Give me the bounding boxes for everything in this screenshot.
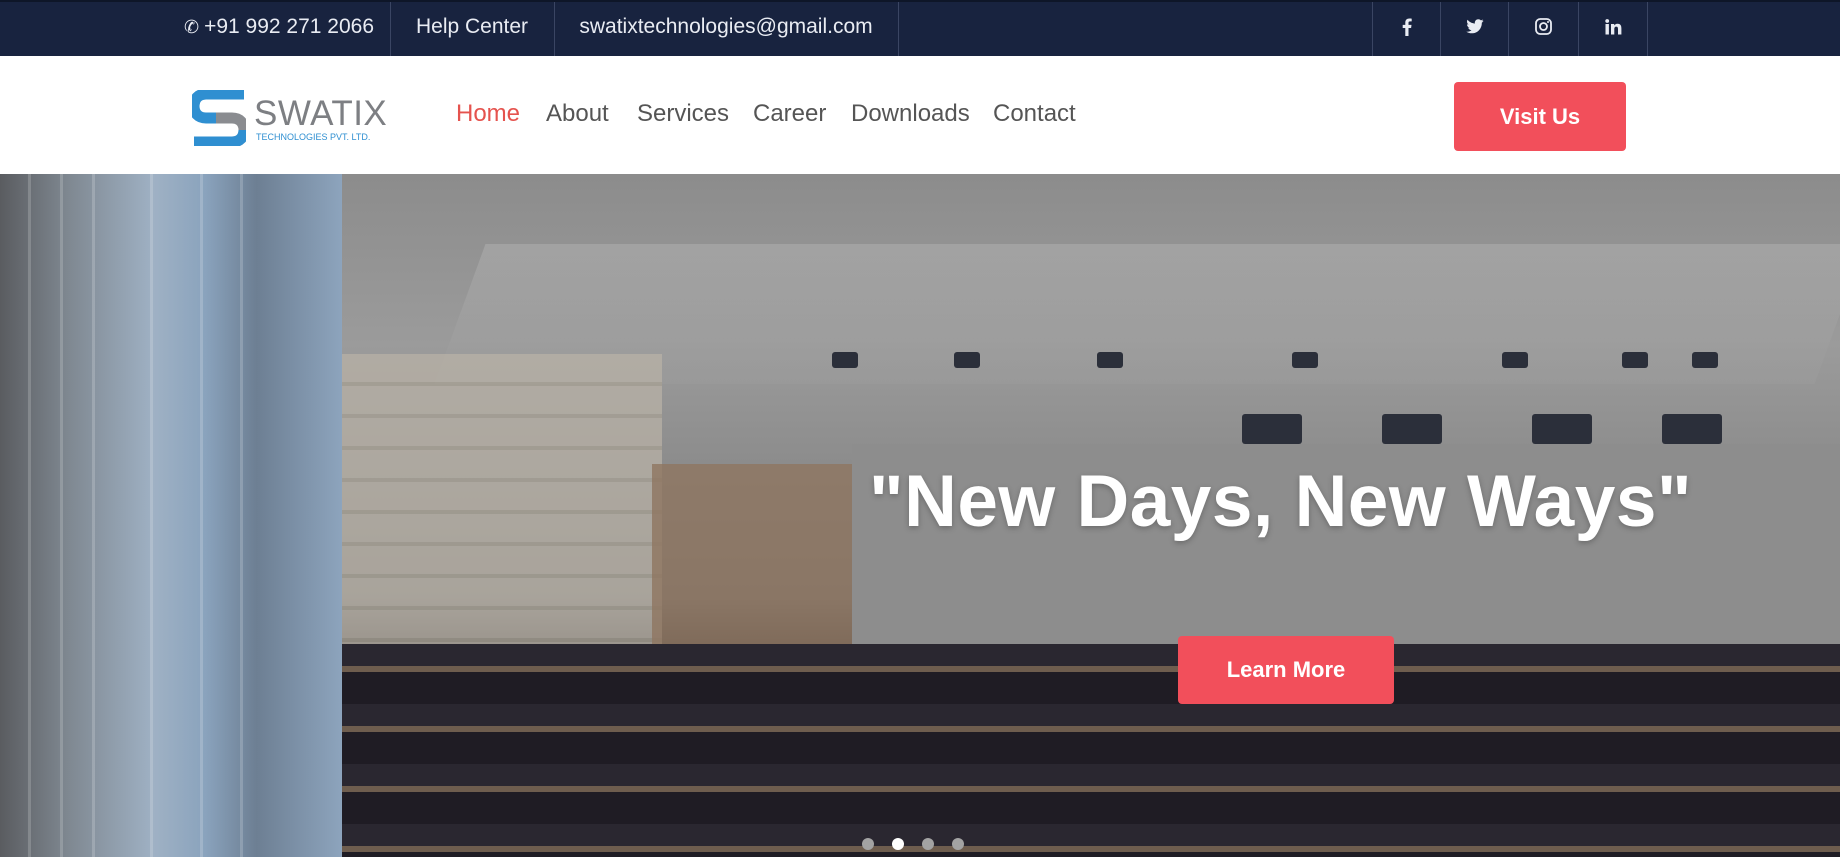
learn-more-button[interactable]: Learn More (1178, 636, 1394, 704)
top-bar: ✆ +91 992 271 2066 Help Center swatixtech… (0, 0, 1840, 56)
slider-dot-3[interactable] (922, 838, 934, 850)
logo[interactable]: SWATIX TECHNOLOGIES PVT. LTD. (192, 90, 387, 146)
linkedin-icon (1604, 16, 1622, 37)
visit-us-button[interactable]: Visit Us (1454, 82, 1626, 151)
help-center-link[interactable]: Help Center (390, 2, 555, 56)
hero-side-image (0, 174, 342, 857)
instagram-icon (1534, 16, 1552, 37)
logo-wordmark: SWATIX (254, 94, 388, 133)
slider-dot-1[interactable] (862, 838, 874, 850)
email-link[interactable]: swatixtechnologies@gmail.com (554, 2, 899, 56)
logo-subtitle: TECHNOLOGIES PVT. LTD. (256, 132, 371, 142)
twitter-link[interactable] (1440, 2, 1509, 56)
logo-s-icon (192, 90, 246, 146)
twitter-icon (1466, 16, 1484, 37)
nav-downloads[interactable]: Downloads (851, 100, 970, 128)
hero-title: "New Days, New Ways" (869, 461, 1693, 542)
facebook-link[interactable] (1372, 2, 1441, 56)
facebook-icon (1402, 16, 1412, 37)
nav-contact[interactable]: Contact (993, 100, 1076, 128)
phone-icon: ✆ (184, 17, 200, 37)
phone-number: +91 992 271 2066 (204, 15, 375, 38)
nav-home[interactable]: Home (456, 100, 520, 128)
phone-contact[interactable]: ✆ +91 992 271 2066 (184, 2, 391, 56)
nav-career[interactable]: Career (753, 100, 826, 128)
nav-services[interactable]: Services (637, 100, 729, 128)
site-header: SWATIX TECHNOLOGIES PVT. LTD. Home About… (0, 56, 1840, 174)
nav-about[interactable]: About (546, 100, 609, 128)
linkedin-link[interactable] (1578, 2, 1648, 56)
instagram-link[interactable] (1508, 2, 1577, 56)
slider-dot-4[interactable] (952, 838, 964, 850)
slider-dot-2[interactable] (892, 838, 904, 850)
